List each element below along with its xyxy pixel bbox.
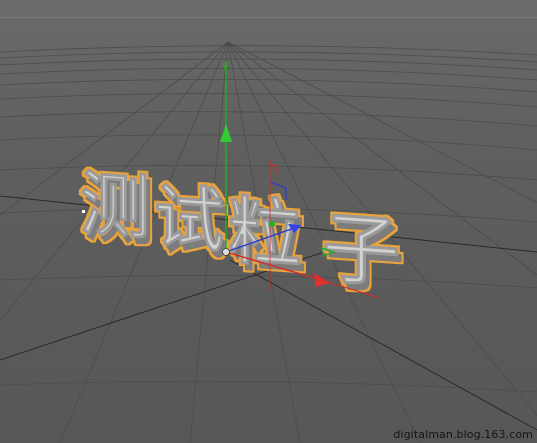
char-face-shi: 试 xyxy=(154,176,224,263)
viewport-3d[interactable]: 测 试 粒 子 测 试 粒 子 Y digitalman.blog.163.co… xyxy=(0,0,537,443)
char-face-ce: 测 xyxy=(80,163,150,250)
text-object-3d[interactable]: 测 试 粒 子 测 试 粒 子 xyxy=(80,162,404,306)
point-marker-icon xyxy=(82,210,85,213)
gizmo-pivot-dot[interactable] xyxy=(269,221,275,227)
scene-svg: 测 试 粒 子 测 试 粒 子 Y xyxy=(0,41,537,443)
char-face-li: 粒 xyxy=(228,188,302,279)
gizmo-center[interactable] xyxy=(222,248,230,256)
gizmo-y-label: Y xyxy=(221,63,228,73)
watermark: digitalman.blog.163.com xyxy=(393,428,533,441)
gizmo-plane-handle[interactable] xyxy=(269,163,277,174)
gizmo-y-arrow[interactable] xyxy=(220,124,232,142)
